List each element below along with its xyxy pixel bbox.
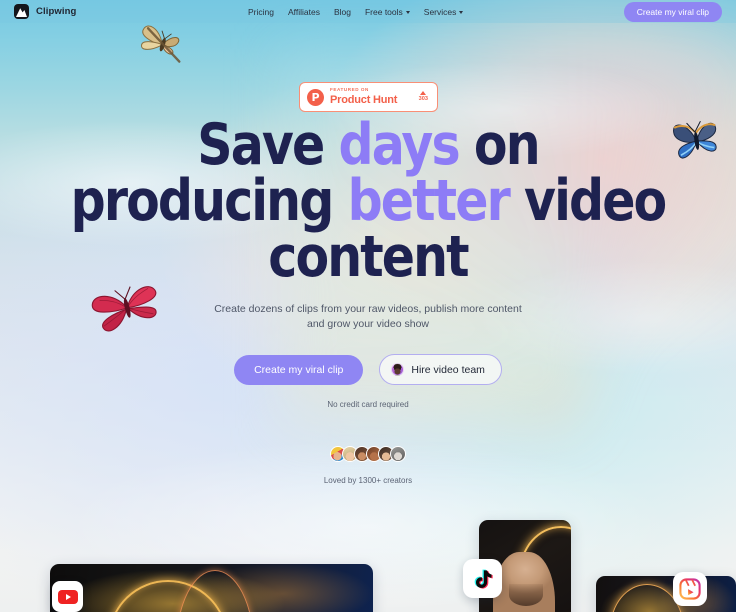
butterfly-tan-icon — [132, 20, 196, 68]
video-card-reels[interactable] — [596, 576, 736, 612]
butterfly-blue-icon — [662, 112, 730, 168]
nav-item-label: Pricing — [248, 6, 274, 17]
creator-avatars — [0, 446, 736, 462]
nav-item-label: Affiliates — [287, 6, 320, 17]
nav-item-pricing[interactable]: Pricing — [248, 7, 274, 17]
nav-item-label: Free tools — [364, 6, 403, 17]
avatar — [390, 446, 406, 462]
video-card-youtube[interactable] — [50, 564, 373, 612]
social-proof: Loved by 1300+ creators — [0, 446, 736, 485]
product-hunt-logo-icon: P — [307, 88, 324, 106]
avatar — [391, 363, 405, 377]
social-proof-label: Loved by 1300+ creators — [323, 476, 413, 485]
navbar-actions: Create my viral clip — [623, 1, 722, 22]
product-hunt-badge[interactable]: P FEATURED ON Product Hunt 303 — [299, 82, 438, 112]
tiktok-icon[interactable] — [463, 559, 502, 598]
mountain-logo-icon — [14, 4, 29, 19]
video-thumbnail — [50, 564, 373, 612]
page-title: Save days on producing better video cont… — [52, 117, 685, 290]
hero-section: Save days on producing better video cont… — [0, 117, 736, 410]
youtube-play-glyph — [57, 589, 78, 604]
youtube-icon[interactable] — [52, 581, 83, 612]
product-hunt-vote-count: 303 — [418, 96, 428, 103]
nav-item-label: Services — [423, 6, 457, 17]
product-hunt-featured-label: FEATURED ON — [330, 87, 369, 93]
nav-item-services[interactable]: Services — [424, 7, 464, 17]
hire-video-team-label: Hire video team — [411, 363, 485, 376]
hero-cta-row: Create my viral clip Hire video team — [0, 354, 736, 386]
nav-item-affiliates[interactable]: Affiliates — [288, 7, 320, 17]
instagram-reels-icon[interactable] — [673, 572, 707, 606]
brand-logo[interactable]: Clipwing — [14, 4, 76, 19]
video-thumbnail — [596, 576, 736, 612]
nav-links: Pricing Affiliates Blog Free tools Servi… — [248, 7, 464, 17]
navbar-cta-button[interactable]: Create my viral clip — [623, 1, 722, 22]
butterfly-red-icon — [86, 280, 168, 334]
product-hunt-votes[interactable]: 303 — [419, 91, 430, 103]
product-hunt-text: FEATURED ON Product Hunt — [330, 88, 413, 105]
headline-line-1: Save days on — [69, 117, 668, 174]
video-showcase — [0, 502, 736, 612]
portrait-beard — [509, 584, 543, 606]
create-viral-clip-button[interactable]: Create my viral clip — [234, 354, 364, 385]
top-navbar: Clipwing Pricing Affiliates Blog Free to… — [0, 0, 736, 23]
headline-line-2: producing better video — [69, 172, 668, 230]
headline-line-3: content — [268, 223, 469, 290]
hire-video-team-button[interactable]: Hire video team — [379, 354, 502, 386]
product-hunt-name: Product Hunt — [330, 93, 398, 106]
brand-name: Clipwing — [36, 6, 77, 17]
no-credit-card-note: No credit card required — [327, 400, 409, 410]
chevron-down-icon — [459, 10, 464, 14]
headline-text: video — [508, 167, 667, 234]
nav-item-blog[interactable]: Blog — [334, 7, 351, 17]
upvote-arrow-icon — [420, 91, 427, 96]
nav-item-label: Blog — [333, 6, 351, 17]
chevron-down-icon — [405, 10, 410, 14]
nav-item-free-tools[interactable]: Free tools — [365, 7, 410, 17]
landing-page: Clipwing Pricing Affiliates Blog Free to… — [0, 0, 736, 612]
